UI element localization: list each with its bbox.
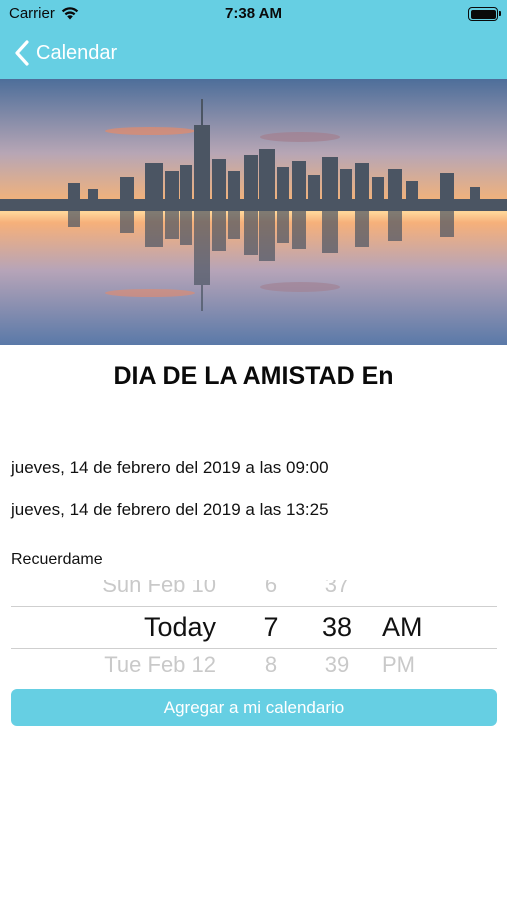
picker-minute: 37 xyxy=(324,580,350,597)
picker-ampm: PM xyxy=(382,652,415,672)
picker-day: Tue Feb 12 xyxy=(104,652,216,672)
clock: 7:38 AM xyxy=(225,5,282,22)
picker-day: Today xyxy=(143,612,216,642)
reminder-label: Recuerdame xyxy=(11,551,103,568)
event-image xyxy=(0,79,507,345)
event-title: DIA DE LA AMISTAD En xyxy=(113,362,394,390)
picker-hour: 8 xyxy=(264,652,278,672)
back-button[interactable]: Calendar xyxy=(14,38,117,68)
picker-ampm: AM xyxy=(382,612,423,642)
picker-minute: 38 xyxy=(321,612,353,642)
picker-row-selected[interactable]: Today 7 38 AM xyxy=(11,612,497,642)
event-start-date: jueves, 14 de febrero del 2019 a las 09:… xyxy=(11,458,329,477)
add-to-calendar-button[interactable]: Agregar a mi calendario xyxy=(11,689,497,726)
event-end-date: jueves, 14 de febrero del 2019 a las 13:… xyxy=(11,500,329,519)
picker-hour: 7 xyxy=(263,612,279,642)
picker-day: Sun Feb 10 xyxy=(102,580,216,597)
picker-row-next[interactable]: Tue Feb 12 8 39 PM xyxy=(11,652,497,672)
chevron-left-icon xyxy=(15,40,29,66)
picker-selection-top-line xyxy=(11,606,497,607)
picker-hour: 6 xyxy=(264,580,278,597)
status-bar: Carrier 7:38 AM xyxy=(0,0,507,28)
back-label: Calendar xyxy=(36,41,118,64)
picker-minute: 39 xyxy=(324,652,350,672)
picker-selection-bottom-line xyxy=(11,648,497,649)
battery-icon xyxy=(468,7,501,21)
reminder-datetime-picker[interactable]: Sun Feb 10 6 37 Today 7 38 AM Tue Feb 12… xyxy=(11,580,497,672)
picker-row-previous[interactable]: Sun Feb 10 6 37 xyxy=(11,580,497,602)
navigation-bar: Carrier 7:38 AM Calendar xyxy=(0,0,507,79)
